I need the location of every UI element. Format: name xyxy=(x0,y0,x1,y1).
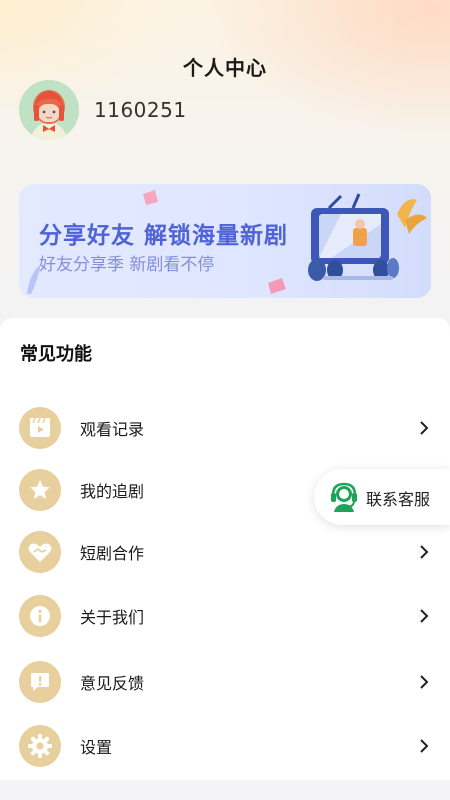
menu-item-settings[interactable]: 设置 xyxy=(0,716,450,776)
banner-subtitle: 好友分享季 新剧看不停 xyxy=(39,255,215,275)
star-icon xyxy=(19,469,61,511)
petal-decoration-icon xyxy=(268,278,286,294)
menu-item-drama-cooperation[interactable]: 短剧合作 xyxy=(0,522,450,582)
menu-item-watch-history[interactable]: 观看记录 xyxy=(0,398,450,458)
menu-label: 我的追剧 xyxy=(80,482,145,501)
chevron-right-icon xyxy=(420,739,429,753)
petal-decoration-icon xyxy=(143,190,158,205)
feedback-icon xyxy=(19,661,61,703)
video-history-icon xyxy=(19,407,61,449)
banner-title: 分享好友 解锁海量新剧 xyxy=(39,223,289,249)
avatar[interactable] xyxy=(19,80,79,140)
chevron-right-icon xyxy=(420,675,429,689)
menu-item-about-us[interactable]: 关于我们 xyxy=(0,586,450,646)
chevron-right-icon xyxy=(420,609,429,623)
section-title: 常见功能 xyxy=(20,344,92,365)
gear-icon xyxy=(19,725,61,767)
menu-item-feedback[interactable]: 意见反馈 xyxy=(0,652,450,712)
user-id: 1160251 xyxy=(94,98,187,122)
contact-service-label: 联系客服 xyxy=(366,490,431,509)
chevron-right-icon xyxy=(420,545,429,559)
menu-label: 关于我们 xyxy=(80,608,145,627)
info-icon xyxy=(19,595,61,637)
menu-label: 设置 xyxy=(80,738,113,757)
menu-label: 意见反馈 xyxy=(80,674,145,693)
menu-label: 短剧合作 xyxy=(80,544,145,563)
headset-icon xyxy=(331,482,357,512)
tv-illustration-icon xyxy=(308,193,427,281)
features-card: 常见功能 观看记录 我的追剧 短剧合作 关于我们 意见反馈 设置 xyxy=(0,318,450,780)
page-title: 个人中心 xyxy=(183,56,267,80)
handshake-heart-icon xyxy=(19,531,61,573)
share-banner[interactable]: 分享好友 解锁海量新剧 好友分享季 新剧看不停 xyxy=(19,184,431,298)
chevron-right-icon xyxy=(420,421,429,435)
menu-label: 观看记录 xyxy=(80,420,145,439)
girl-avatar-icon xyxy=(19,80,79,140)
contact-service-button[interactable]: 联系客服 xyxy=(314,469,450,525)
